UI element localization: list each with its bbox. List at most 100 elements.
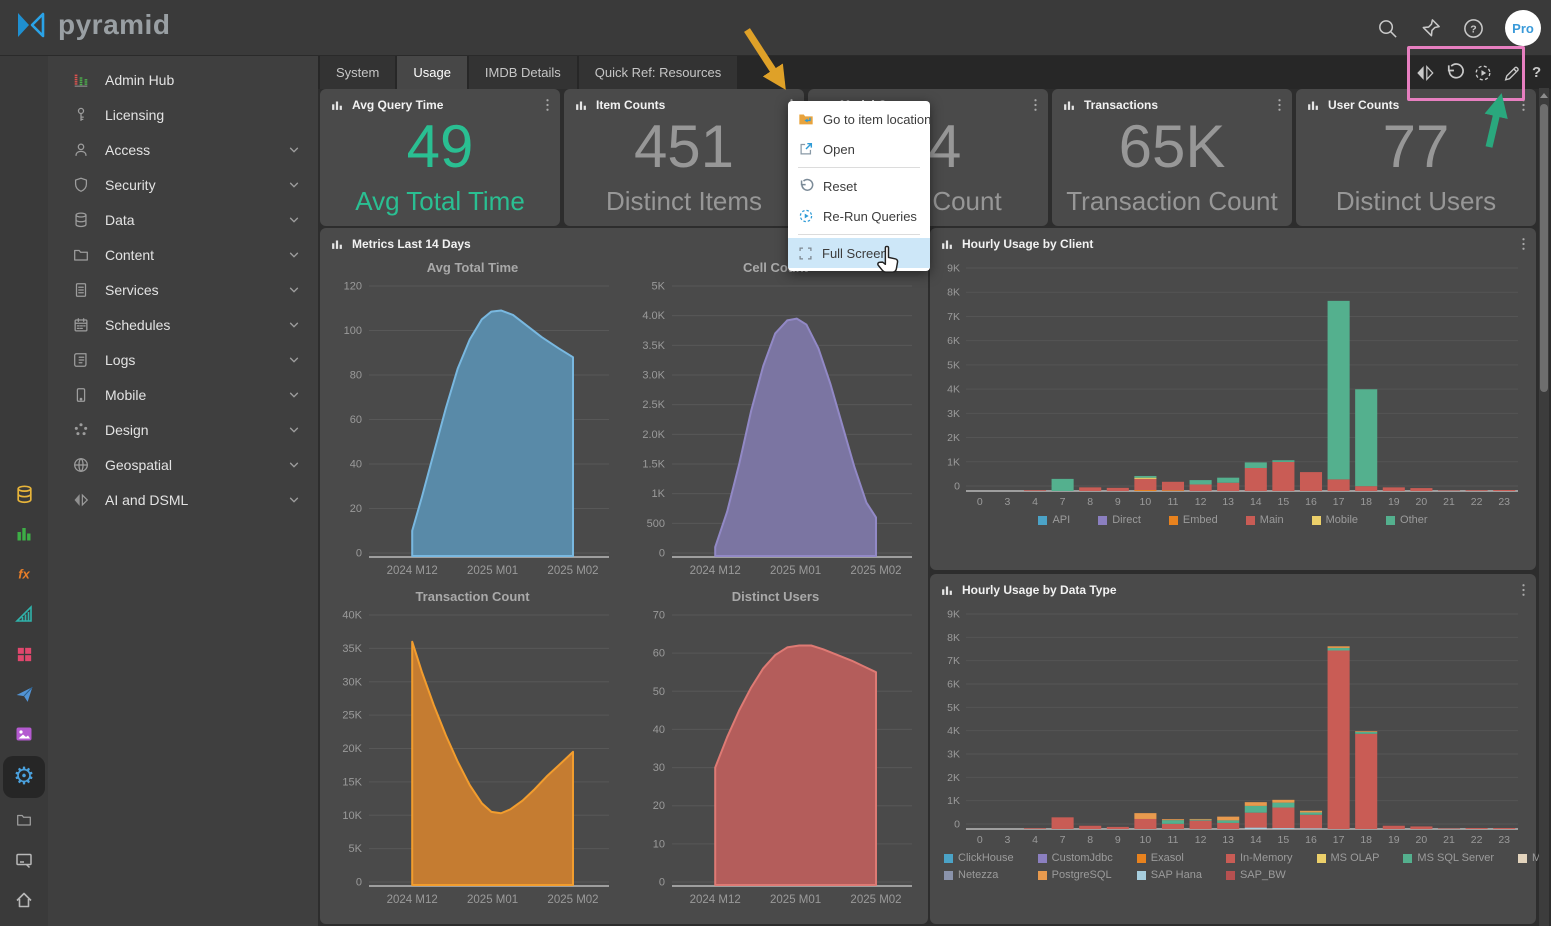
sidebar-item-logs[interactable]: Logs — [48, 342, 318, 377]
sidebar-item-admin-hub[interactable]: Admin Hub — [48, 62, 318, 97]
kpi-card-user-counts[interactable]: User Counts 77 Distinct Users — [1296, 89, 1536, 226]
sidebar-item-label: Services — [105, 282, 273, 298]
rail-item-admin[interactable]: ⚙ — [3, 756, 45, 798]
menu-item-open[interactable]: Open — [788, 134, 930, 164]
legend-item[interactable]: Other — [1386, 514, 1428, 526]
legend-label: API — [1052, 514, 1070, 526]
card-menu-button[interactable] — [543, 97, 552, 113]
legend-item[interactable]: Mobile — [1312, 514, 1358, 526]
reset-icon[interactable] — [1443, 62, 1465, 84]
sidebar-item-content[interactable]: Content — [48, 237, 318, 272]
card-menu-button[interactable] — [1031, 97, 1040, 113]
distinct-users-chart: Distinct Users 0102030405060702024 M1220… — [624, 583, 927, 912]
rail-item-illustrations[interactable] — [3, 714, 45, 754]
vertical-scrollbar[interactable] — [1539, 88, 1549, 926]
modeling-icon — [14, 604, 34, 624]
search-icon[interactable] — [1376, 17, 1399, 40]
card-menu-button[interactable] — [1275, 97, 1284, 113]
sidebar-item-licensing[interactable]: Licensing — [48, 97, 318, 132]
legend-item[interactable]: API — [1038, 514, 1070, 526]
globe-icon — [72, 456, 90, 474]
legend-item[interactable]: SAP_BW — [1226, 869, 1293, 881]
rail-item-modeling[interactable] — [3, 594, 45, 634]
card-menu-button[interactable] — [1519, 97, 1528, 113]
legend-swatch — [1403, 854, 1412, 863]
rail-item-content[interactable] — [3, 800, 45, 840]
sidebar-item-services[interactable]: Services — [48, 272, 318, 307]
svg-text:4K: 4K — [947, 384, 960, 396]
sidebar-item-ai-and-dsml[interactable]: AI and DSML — [48, 482, 318, 517]
kpi-card-transactions[interactable]: Transactions 65K Transaction Count — [1052, 89, 1292, 226]
kpi-card-avg-query-time[interactable]: Avg Query Time 49 Avg Total Time — [320, 89, 560, 226]
scrollbar-up-button[interactable] — [1539, 90, 1549, 100]
legend-item[interactable]: Main — [1246, 514, 1284, 526]
tab-imdb-details[interactable]: IMDB Details — [469, 56, 577, 89]
sidebar-item-schedules[interactable]: Schedules — [48, 307, 318, 342]
legend-swatch — [1137, 854, 1146, 863]
transaction-count-chart: Transaction Count 05K10K15K20K25K30K35K4… — [321, 583, 624, 912]
svg-text:70: 70 — [653, 610, 665, 622]
chevron-down-icon — [288, 354, 300, 366]
panel-menu-button[interactable] — [1519, 582, 1528, 598]
legend-item[interactable]: ClickHouse — [944, 852, 1014, 864]
rail-item-apps[interactable] — [3, 634, 45, 674]
pin-icon[interactable] — [1419, 17, 1442, 40]
kpi-card-item-counts[interactable]: Item Counts 451 Distinct Items — [564, 89, 804, 226]
gear-icon: ⚙ — [13, 765, 35, 789]
pro-badge[interactable]: Pro — [1505, 10, 1541, 46]
svg-text:20: 20 — [350, 503, 362, 515]
svg-text:40K: 40K — [342, 610, 362, 622]
menu-separator — [798, 234, 920, 235]
legend-item[interactable]: Embed — [1169, 514, 1218, 526]
rail-item-data-sources[interactable] — [3, 474, 45, 514]
sidebar-item-access[interactable]: Access — [48, 132, 318, 167]
menu-item-full-screen[interactable]: Full Screen — [788, 238, 930, 268]
menu-item-re-run-queries[interactable]: Re-Run Queries — [788, 201, 930, 231]
scrollbar-thumb[interactable] — [1540, 104, 1548, 392]
sidebar-item-geospatial[interactable]: Geospatial — [48, 447, 318, 482]
person-icon — [72, 141, 90, 159]
svg-text:0: 0 — [659, 548, 665, 560]
legend-item[interactable]: MS OLAP — [1317, 852, 1380, 864]
legend-item[interactable]: Direct — [1098, 514, 1141, 526]
sidebar-item-mobile[interactable]: Mobile — [48, 377, 318, 412]
legend-label: MS OLAP — [1331, 852, 1380, 864]
sidebar-item-data[interactable]: Data — [48, 202, 318, 237]
sidebar-item-security[interactable]: Security — [48, 167, 318, 202]
panel-menu-button[interactable] — [1519, 236, 1528, 252]
legend-item[interactable]: SAP Hana — [1137, 869, 1202, 881]
pyramid-compare-icon[interactable] — [1414, 62, 1436, 84]
svg-text:20: 20 — [653, 800, 665, 812]
legend-item[interactable]: PostgreSQL — [1038, 869, 1113, 881]
legend-item[interactable]: In-Memory — [1226, 852, 1293, 864]
rail-item-formulas[interactable]: fx — [3, 554, 45, 594]
tab-quick-ref-resources[interactable]: Quick Ref: Resources — [579, 56, 737, 89]
svg-text:30K: 30K — [342, 676, 362, 688]
svg-text:5K: 5K — [947, 359, 960, 371]
menu-item-go-to-item-location[interactable]: Go to item location — [788, 104, 930, 134]
menu-item-reset[interactable]: Reset — [788, 171, 930, 201]
topbar: pyramid ? Pro — [0, 0, 1551, 56]
rail-item-workspace[interactable] — [3, 840, 45, 880]
rail-item-analytics[interactable] — [3, 514, 45, 554]
tab-system[interactable]: System — [320, 56, 395, 89]
open-icon — [798, 141, 814, 157]
help-label[interactable]: ? — [1530, 64, 1541, 81]
rail-item-publish[interactable] — [3, 674, 45, 714]
rerun-queries-icon[interactable] — [1472, 62, 1494, 84]
svg-text:2K: 2K — [947, 432, 960, 444]
legend-item[interactable]: Netezza — [944, 869, 1014, 881]
legend-item[interactable]: Exasol — [1137, 852, 1202, 864]
edit-pencil-icon[interactable] — [1501, 62, 1523, 84]
sidebar-item-design[interactable]: Design — [48, 412, 318, 447]
tab-usage[interactable]: Usage — [397, 56, 467, 89]
legend-item[interactable]: MS SQL Server — [1403, 852, 1494, 864]
legend-label: Direct — [1112, 514, 1141, 526]
sidebar-item-label: Admin Hub — [105, 72, 300, 88]
svg-text:18: 18 — [1360, 834, 1372, 846]
rail-item-home[interactable] — [3, 880, 45, 920]
chevron-down-icon — [288, 459, 300, 471]
legend-item[interactable]: CustomJdbc — [1038, 852, 1113, 864]
svg-text:4: 4 — [1032, 496, 1038, 508]
help-icon[interactable]: ? — [1462, 17, 1485, 40]
